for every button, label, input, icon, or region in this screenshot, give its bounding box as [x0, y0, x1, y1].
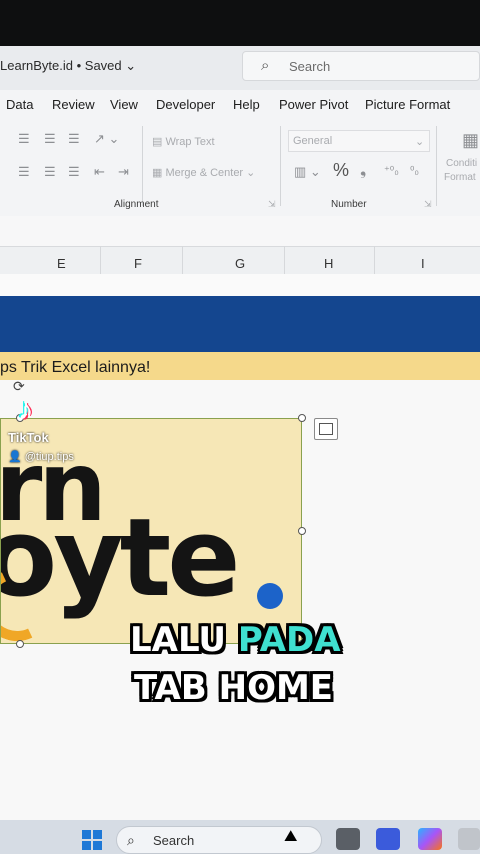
tab-data[interactable]: Data	[6, 97, 33, 112]
align-right-icon[interactable]: ☰	[68, 164, 80, 180]
search-highlight-icon[interactable]: ⛰	[284, 828, 297, 846]
caption-line-2: TAB HOME	[134, 668, 334, 708]
windows-start-icon[interactable]	[82, 830, 102, 850]
layout-options-icon[interactable]	[314, 418, 338, 440]
search-icon: ⌕	[127, 832, 135, 848]
conditional-formatting-icon[interactable]: ▦	[462, 130, 479, 151]
copilot-icon[interactable]	[418, 828, 442, 850]
tiktok-handle: 👤 @tiup.tips	[8, 451, 74, 463]
resize-handle[interactable]	[298, 414, 306, 422]
ribbon-separator	[436, 126, 437, 206]
increase-decimal-icon[interactable]: ⁺⁰₀	[384, 164, 399, 177]
comma-style-icon[interactable]: ❟	[360, 162, 366, 180]
column-divider	[284, 246, 285, 274]
align-left-icon[interactable]: ☰	[18, 164, 30, 180]
search-input[interactable]: ⌕ Search	[242, 51, 480, 81]
align-bottom-icon[interactable]: ☰	[68, 131, 80, 147]
tiktok-logo-icon: ♪	[18, 393, 33, 426]
chat-app-icon[interactable]	[376, 828, 400, 850]
task-view-icon[interactable]	[336, 828, 360, 850]
decrease-indent-icon[interactable]: ⇤	[94, 164, 105, 180]
tab-view[interactable]: View	[110, 97, 138, 112]
align-center-icon[interactable]: ☰	[44, 164, 56, 180]
search-icon: ⌕	[261, 57, 270, 74]
dialog-launcher-icon[interactable]: ⇲	[424, 199, 432, 210]
column-header-i[interactable]: I	[421, 256, 425, 271]
tiktok-watermark: ♪ TikTok 👤 @tiup.tips	[8, 393, 88, 463]
merge-center-button[interactable]: ▦ Merge & Center ⌄	[152, 166, 255, 179]
decrease-decimal-icon[interactable]: ⁰₀	[410, 164, 419, 177]
percent-style-button[interactable]: %	[333, 160, 349, 181]
logo-blue-dot	[257, 583, 283, 609]
column-divider	[100, 246, 101, 274]
conditional-formatting-label[interactable]: Conditi	[446, 158, 477, 169]
tab-picture-format[interactable]: Picture Format	[365, 97, 450, 112]
chevron-down-icon: ⌄	[415, 136, 425, 148]
resize-handle[interactable]	[298, 527, 306, 535]
accounting-format-icon[interactable]: ▥ ⌄	[294, 164, 321, 180]
align-middle-icon[interactable]: ☰	[44, 131, 56, 147]
group-label-number: Number	[331, 199, 367, 210]
formula-bar[interactable]	[0, 216, 480, 246]
tiktok-brand: TikTok	[8, 430, 49, 445]
sheet-row[interactable]	[0, 274, 480, 296]
tab-developer[interactable]: Developer	[156, 97, 215, 112]
caption-line-1: LALU PADA	[130, 620, 341, 660]
tab-help[interactable]: Help	[233, 97, 260, 112]
tab-power-pivot[interactable]: Power Pivot	[279, 97, 348, 112]
header-banner-cells[interactable]	[0, 296, 480, 352]
chevron-down-icon: ⌄	[125, 58, 137, 73]
increase-indent-icon[interactable]: ⇥	[118, 164, 129, 180]
column-divider	[182, 246, 183, 274]
align-top-icon[interactable]: ☰	[18, 131, 30, 147]
dialog-launcher-icon[interactable]: ⇲	[268, 199, 276, 210]
column-divider	[374, 246, 375, 274]
column-header-f[interactable]: F	[134, 256, 142, 271]
ribbon-separator	[280, 126, 281, 206]
column-header-h[interactable]: H	[324, 256, 333, 271]
orientation-icon[interactable]: ↗ ⌄	[94, 131, 119, 147]
column-header-g[interactable]: G	[235, 256, 245, 271]
number-format-dropdown[interactable]: General ⌄	[288, 130, 430, 152]
device-bezel	[0, 0, 480, 46]
wrap-text-button[interactable]: ▤ Wrap Text	[152, 135, 215, 148]
conditional-formatting-label-2[interactable]: Format	[444, 172, 476, 183]
document-title[interactable]: LearnByte.id • Saved ⌄	[0, 58, 136, 74]
taskbar-app-icon[interactable]	[458, 828, 480, 850]
column-header-e[interactable]: E	[57, 256, 66, 271]
group-label-alignment: Alignment	[114, 199, 159, 210]
resize-handle[interactable]	[16, 640, 24, 648]
tab-review[interactable]: Review	[52, 97, 95, 112]
tips-banner-text: ps Trik Excel lainnya!	[0, 359, 151, 376]
ribbon-separator	[142, 126, 143, 206]
